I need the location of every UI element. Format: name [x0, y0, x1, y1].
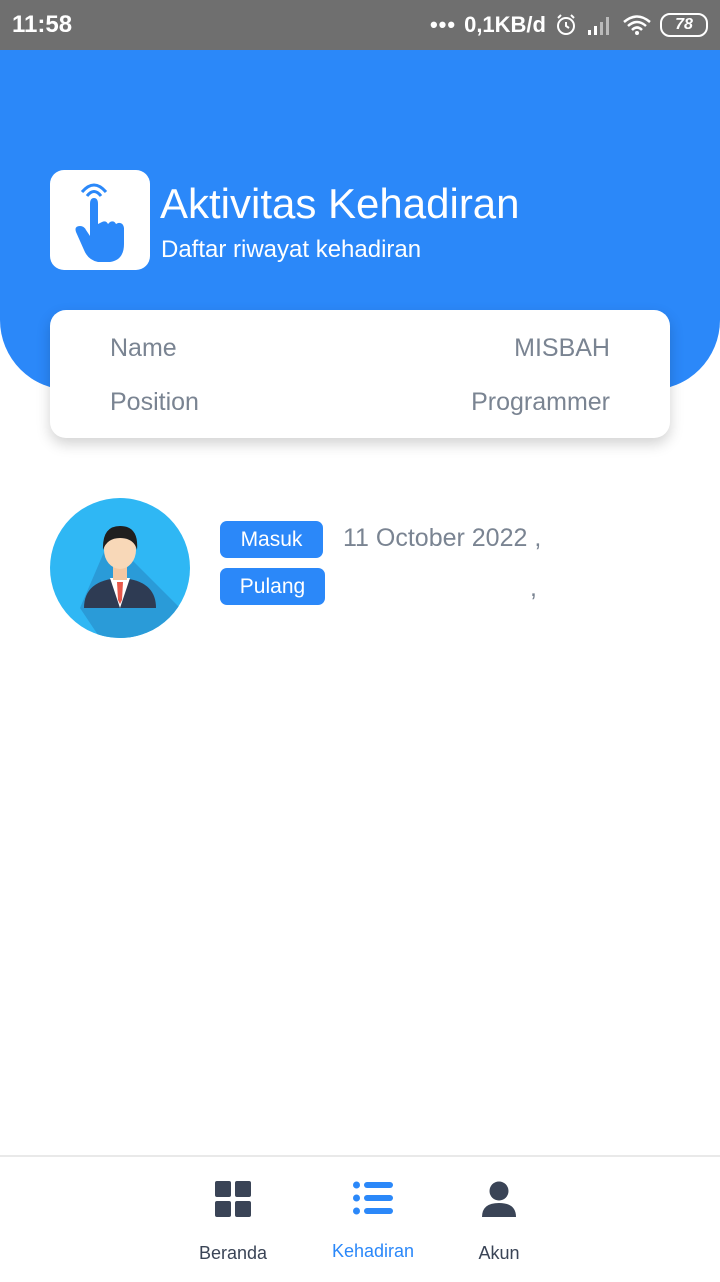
page-title: Aktivitas Kehadiran: [160, 180, 520, 227]
check-out-badge: Pulang: [220, 568, 325, 605]
businessman-avatar-icon: [50, 498, 190, 638]
check-out-date: ,: [530, 574, 537, 602]
battery-level: 78: [675, 16, 693, 33]
battery-icon: 78: [660, 13, 708, 37]
grid-icon: [215, 1181, 251, 1217]
signal-icon: [588, 17, 609, 35]
position-row: Position Programmer: [110, 385, 610, 419]
user-icon: [482, 1181, 516, 1217]
status-icons: ••• 0,1KB/d 78: [430, 10, 708, 40]
wifi-icon: [623, 15, 651, 35]
network-speed: 0,1KB/d: [464, 12, 546, 37]
profile-card: Name MISBAH Position Programmer: [50, 310, 670, 438]
dots-icon: •••: [429, 12, 457, 37]
position-label: Position: [110, 387, 199, 416]
page-subtitle: Daftar riwayat kehadiran: [161, 236, 422, 263]
check-in-date: 11 October 2022 ,: [343, 524, 542, 552]
nav-item-beranda[interactable]: Beranda: [168, 1181, 298, 1263]
alarm-icon: [557, 14, 575, 35]
nav-label-beranda: Beranda: [198, 1243, 268, 1263]
bottom-navigation: Beranda Kehadiran Akun: [0, 1155, 720, 1282]
nav-label-akun: Akun: [478, 1243, 520, 1263]
list-icon: [353, 1181, 393, 1215]
name-value: MISBAH: [514, 333, 610, 362]
touch-hand-icon: [75, 183, 124, 262]
nav-item-kehadiran[interactable]: Kehadiran: [308, 1181, 438, 1261]
position-value: Programmer: [471, 387, 610, 416]
check-in-badge: Masuk: [220, 521, 323, 558]
nav-label-kehadiran: Kehadiran: [331, 1241, 415, 1261]
app-logo: [50, 170, 150, 270]
name-row: Name MISBAH: [110, 331, 610, 365]
status-time: 11:58: [12, 11, 73, 38]
nav-item-akun[interactable]: Akun: [434, 1181, 564, 1263]
name-label: Name: [110, 333, 177, 362]
status-bar: 11:58 ••• 0,1KB/d 78: [0, 0, 720, 50]
